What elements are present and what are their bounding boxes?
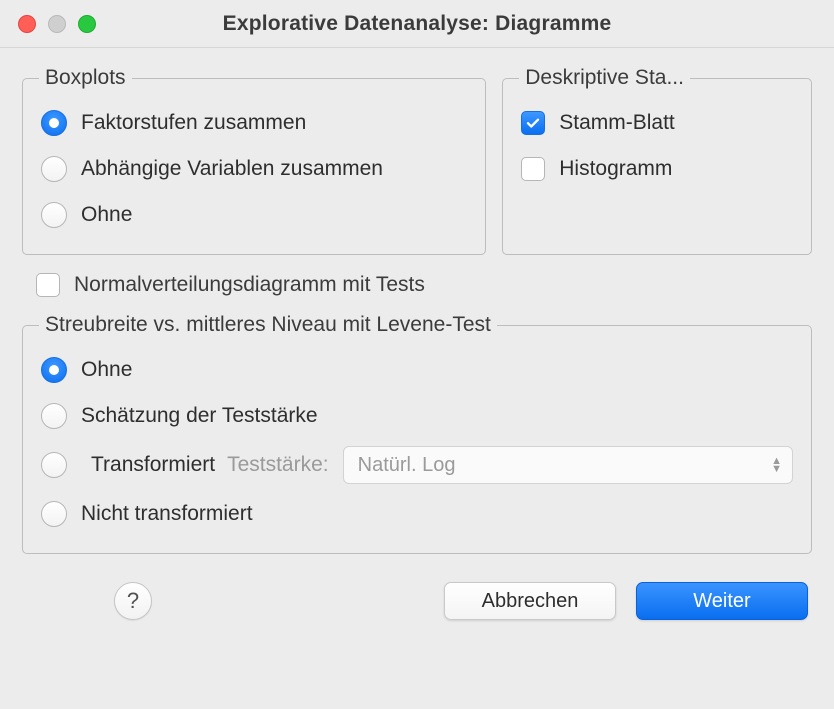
radio-label: Ohne <box>81 203 132 227</box>
boxplots-option-together[interactable]: Faktorstufen zusammen <box>41 100 467 146</box>
select-value: Natürl. Log <box>358 454 456 477</box>
checkbox-label: Histogramm <box>559 157 672 181</box>
cancel-button[interactable]: Abbrechen <box>444 582 616 620</box>
checkbox-icon[interactable] <box>521 111 545 135</box>
radio-icon[interactable] <box>41 403 67 429</box>
radio-label: Nicht transformiert <box>81 502 253 526</box>
descriptive-legend: Deskriptive Sta... <box>519 66 690 90</box>
checkbox-label: Normalverteilungsdiagramm mit Tests <box>74 273 425 297</box>
chevron-up-down-icon: ▲▼ <box>771 457 782 473</box>
close-icon[interactable] <box>18 15 36 33</box>
boxplots-legend: Boxplots <box>39 66 132 90</box>
radio-icon[interactable] <box>41 156 67 182</box>
radio-label[interactable]: Transformiert <box>91 453 215 477</box>
transform-select[interactable]: Natürl. Log ▲▼ <box>343 446 793 484</box>
radio-icon[interactable] <box>41 452 67 478</box>
test-strength-label: Teststärke: <box>227 453 329 477</box>
descriptive-group: Deskriptive Sta... Stamm-Blatt Histogram… <box>502 66 812 255</box>
descriptive-stem-leaf[interactable]: Stamm-Blatt <box>521 100 793 146</box>
help-button[interactable]: ? <box>114 582 152 620</box>
window-title: Explorative Datenanalyse: Diagramme <box>14 12 820 36</box>
traffic-lights <box>18 15 96 33</box>
boxplots-group: Boxplots Faktorstufen zusammen Abhängige… <box>22 66 486 255</box>
spread-legend: Streubreite vs. mittleres Niveau mit Lev… <box>39 313 497 337</box>
radio-icon[interactable] <box>41 110 67 136</box>
normality-checkbox[interactable]: Normalverteilungsdiagramm mit Tests <box>36 273 812 297</box>
boxplots-option-none[interactable]: Ohne <box>41 192 467 238</box>
boxplots-option-dependent[interactable]: Abhängige Variablen zusammen <box>41 146 467 192</box>
radio-label: Ohne <box>81 358 132 382</box>
spread-option-untransformed[interactable]: Nicht transformiert <box>41 491 793 537</box>
radio-icon[interactable] <box>41 202 67 228</box>
spread-option-transformed-row: Transformiert Teststärke: Natürl. Log ▲▼ <box>41 439 793 491</box>
radio-label: Faktorstufen zusammen <box>81 111 306 135</box>
radio-icon[interactable] <box>41 357 67 383</box>
dialog-content: Boxplots Faktorstufen zusammen Abhängige… <box>0 48 834 638</box>
zoom-icon[interactable] <box>78 15 96 33</box>
descriptive-histogram[interactable]: Histogramm <box>521 146 793 192</box>
checkbox-label: Stamm-Blatt <box>559 111 675 135</box>
titlebar: Explorative Datenanalyse: Diagramme <box>0 0 834 48</box>
spread-group: Streubreite vs. mittleres Niveau mit Lev… <box>22 313 812 554</box>
checkbox-icon[interactable] <box>36 273 60 297</box>
radio-label: Schätzung der Teststärke <box>81 404 318 428</box>
spread-option-none[interactable]: Ohne <box>41 347 793 393</box>
dialog-footer: ? Abbrechen Weiter <box>22 582 812 620</box>
minimize-icon <box>48 15 66 33</box>
continue-button[interactable]: Weiter <box>636 582 808 620</box>
radio-icon[interactable] <box>41 501 67 527</box>
checkbox-icon[interactable] <box>521 157 545 181</box>
spread-option-power[interactable]: Schätzung der Teststärke <box>41 393 793 439</box>
radio-label: Abhängige Variablen zusammen <box>81 157 383 181</box>
